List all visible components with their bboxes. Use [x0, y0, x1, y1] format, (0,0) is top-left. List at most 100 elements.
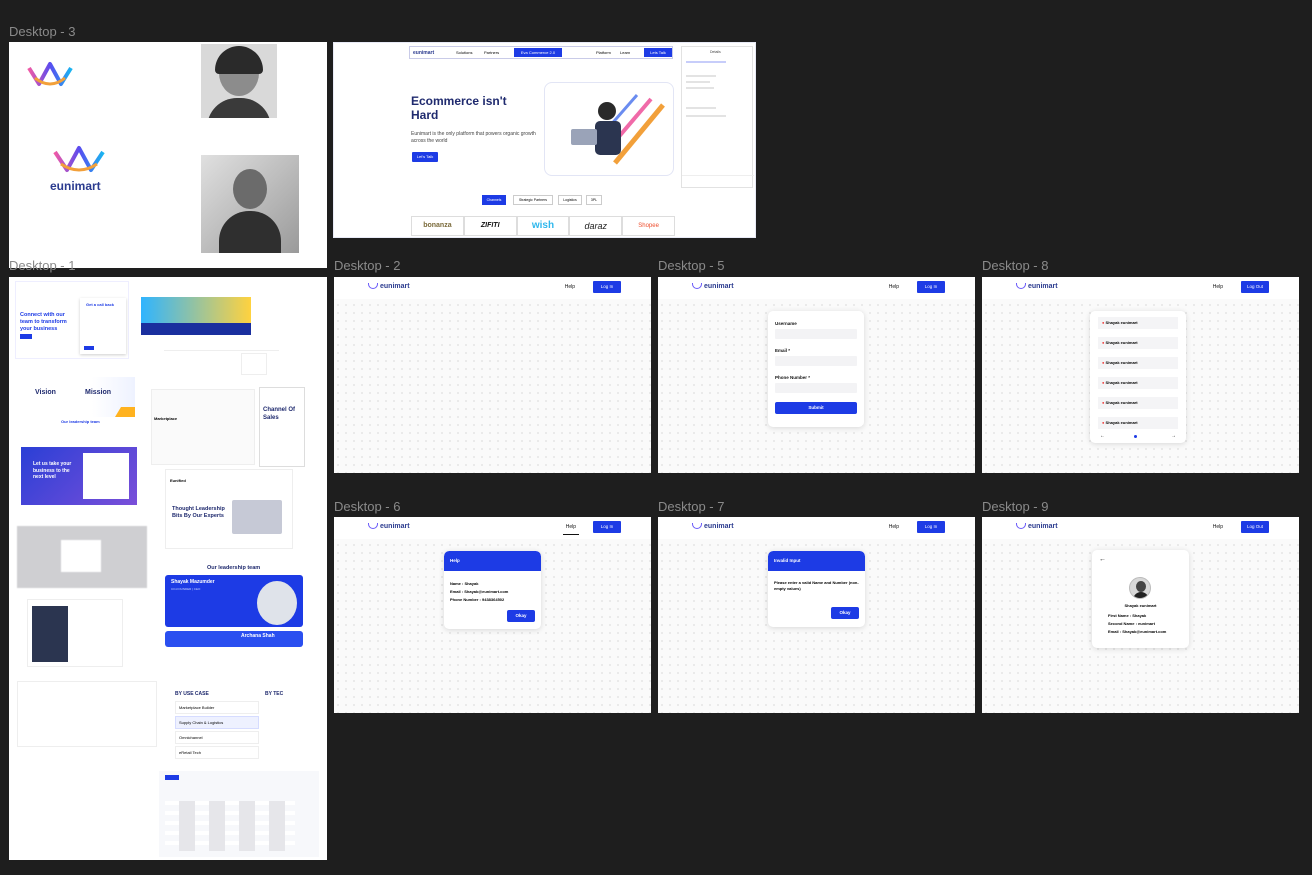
- mission-heading: Mission: [85, 389, 112, 396]
- menu-mock: [164, 343, 279, 351]
- logout-button[interactable]: Log Out: [1241, 521, 1269, 533]
- username-input[interactable]: [775, 329, 857, 339]
- use-case-heading: BY USE CASE: [175, 691, 209, 697]
- logo-mark-icon: [1016, 283, 1026, 290]
- tab-logistics[interactable]: Logistics: [558, 195, 582, 205]
- frame-desktop-9[interactable]: eunimart Help Log Out ← Shayak eunimart …: [982, 517, 1299, 713]
- login-button[interactable]: Log In: [593, 281, 621, 293]
- marketplace-logos: bonanza ZIFITI wish daraz Shopee: [411, 216, 675, 236]
- tab-strategic-partners[interactable]: Strategic Partners: [513, 195, 553, 205]
- use-case-item[interactable]: Supply Chain & Logistics: [175, 716, 259, 729]
- frame-desktop-7[interactable]: eunimart Help Log In Invalid Input Pleas…: [658, 517, 975, 713]
- list-item[interactable]: ● Shayak eunimart: [1098, 417, 1178, 429]
- frame-desktop-3[interactable]: eunimart: [9, 42, 327, 268]
- nav-eva-commerce[interactable]: Eva Commerce 2.0: [514, 48, 562, 57]
- top-nav: eunimart Help Log Out: [982, 277, 1299, 299]
- blurred-preview: [17, 526, 147, 588]
- help-link[interactable]: Help: [889, 284, 899, 290]
- nav-lets-talk[interactable]: Lets Talk: [644, 48, 672, 57]
- help-link[interactable]: Help: [565, 284, 575, 290]
- nav-logo[interactable]: eunimart: [1016, 283, 1058, 290]
- list-item-label: Shayak eunimart: [1105, 380, 1138, 385]
- use-case-item[interactable]: Marketplace Builder: [175, 701, 259, 714]
- top-nav: eunimart Help Log In: [334, 517, 651, 539]
- back-arrow-icon[interactable]: ←: [1099, 556, 1106, 563]
- login-button[interactable]: Log In: [917, 521, 945, 533]
- help-modal: Help Name : Shayak Email : Shayak@eunima…: [444, 551, 541, 629]
- list-item[interactable]: ● Shayak eunimart: [1098, 397, 1178, 409]
- leader-card-2: Archana Shah: [165, 631, 303, 647]
- user-list-card: ● Shayak eunimart ● Shayak eunimart ● Sh…: [1090, 311, 1186, 443]
- tab-channels[interactable]: Channels: [482, 195, 506, 205]
- top-nav: eunimart Help Log Out: [982, 517, 1299, 539]
- help-link-active[interactable]: Help: [562, 524, 579, 535]
- frame-label-desktop-6[interactable]: Desktop - 6: [334, 499, 400, 514]
- list-item[interactable]: ● Shayak eunimart: [1098, 357, 1178, 369]
- nav-logo[interactable]: eunimart: [692, 523, 734, 530]
- help-okay-button[interactable]: Okay: [507, 610, 535, 622]
- leadership-team-section: Our leadership team Shayak Mazumder CO-F…: [159, 563, 307, 649]
- help-link[interactable]: Help: [1213, 284, 1223, 290]
- phone-input[interactable]: [775, 383, 857, 393]
- nav-partners[interactable]: Partners: [484, 50, 499, 55]
- prev-arrow-icon[interactable]: ←: [1100, 433, 1105, 439]
- list-item-label: Shayak eunimart: [1105, 340, 1138, 345]
- nav-logo[interactable]: eunimart: [368, 283, 410, 290]
- side-panel-title: Details: [710, 50, 721, 54]
- nav-learn[interactable]: Learn: [620, 50, 630, 55]
- hero-nav: eunimart Solutions Partners Eva Commerce…: [409, 46, 673, 59]
- frame-label-desktop-3[interactable]: Desktop - 3: [9, 24, 75, 39]
- pager-dot[interactable]: [1134, 435, 1137, 438]
- frame-label-desktop-2[interactable]: Desktop - 2: [334, 258, 400, 273]
- call-back-title: Get a call back: [86, 302, 115, 307]
- frame-hero[interactable]: eunimart Solutions Partners Eva Commerce…: [333, 42, 756, 238]
- nav-solutions[interactable]: Solutions: [456, 50, 472, 55]
- list-item[interactable]: ● Shayak eunimart: [1098, 377, 1178, 389]
- frame-label-desktop-9[interactable]: Desktop - 9: [982, 499, 1048, 514]
- email-input[interactable]: [775, 356, 857, 366]
- frame-label-desktop-7[interactable]: Desktop - 7: [658, 499, 724, 514]
- top-nav: eunimart Help Log In: [658, 517, 975, 539]
- call-back-form: Get a call back: [80, 298, 126, 354]
- help-modal-title: Help: [444, 551, 541, 571]
- avatar: [1129, 577, 1151, 599]
- frame-label-desktop-1[interactable]: Desktop - 1: [9, 258, 75, 273]
- help-link[interactable]: Help: [889, 524, 899, 530]
- growth-arrows-icon: [571, 94, 665, 165]
- frame-label-desktop-5[interactable]: Desktop - 5: [658, 258, 724, 273]
- use-case-item[interactable]: eRetail Tech: [175, 746, 259, 759]
- list-item[interactable]: ● Shayak eunimart: [1098, 337, 1178, 349]
- logout-button[interactable]: Log Out: [1241, 281, 1269, 293]
- connect-button[interactable]: [20, 334, 32, 339]
- frame-desktop-8[interactable]: eunimart Help Log Out ● Shayak eunimart …: [982, 277, 1299, 473]
- help-link[interactable]: Help: [1213, 524, 1223, 530]
- nav-logo[interactable]: eunimart: [368, 523, 410, 530]
- invalid-okay-button[interactable]: Okay: [831, 607, 859, 619]
- frame-desktop-5[interactable]: eunimart Help Log In Username Email * Ph…: [658, 277, 975, 473]
- frame-desktop-1[interactable]: Connect with our team to transform your …: [9, 277, 327, 860]
- frame-label-desktop-8[interactable]: Desktop - 8: [982, 258, 1048, 273]
- partners-banner-strip: [141, 323, 251, 335]
- use-case-item[interactable]: Omnichannel: [175, 731, 259, 744]
- next-arrow-icon[interactable]: →: [1171, 433, 1176, 439]
- profile-first-name: First Name : Shayak: [1108, 613, 1147, 618]
- nav-logo[interactable]: eunimart: [692, 283, 734, 290]
- hero-cta-button[interactable]: Let's Talk: [412, 152, 438, 162]
- nav-logo[interactable]: eunimart: [1016, 523, 1058, 530]
- submit-button[interactable]: Submit: [775, 402, 857, 414]
- list-item[interactable]: ● Shayak eunimart: [1098, 317, 1178, 329]
- login-button[interactable]: Log In: [917, 281, 945, 293]
- logo-mark-icon: [368, 523, 378, 530]
- tab-3pl[interactable]: 3PL: [586, 195, 602, 205]
- frame-desktop-6[interactable]: eunimart Help Log In Help Name : Shayak …: [334, 517, 651, 713]
- hero-nav-logo[interactable]: eunimart: [413, 50, 434, 56]
- logo-wish: wish: [516, 216, 570, 236]
- logo-mark-icon: [692, 283, 702, 290]
- login-button[interactable]: Log In: [593, 521, 621, 533]
- logo-text: eunimart: [380, 523, 410, 530]
- help-modal-phone: Phone Number : 9438364502: [450, 597, 505, 602]
- frame-desktop-2[interactable]: eunimart Help Log In: [334, 277, 651, 473]
- marketplace-card: Marketplace: [151, 389, 255, 465]
- nav-platform[interactable]: Platform: [596, 50, 611, 55]
- help-modal-email: Email : Shayak@eunimart.com: [450, 589, 509, 594]
